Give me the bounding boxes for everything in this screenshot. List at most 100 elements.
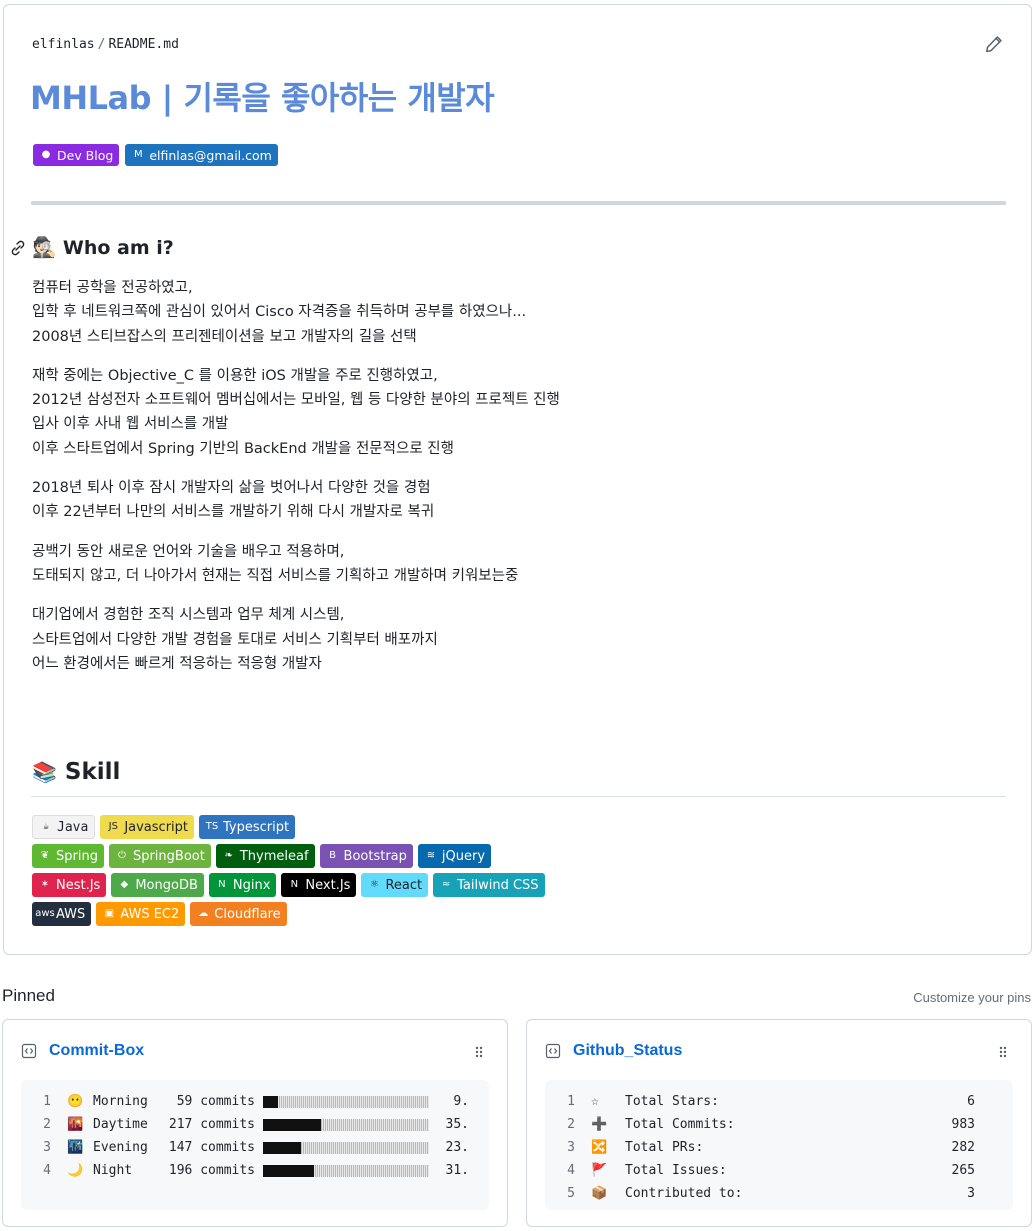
badge-label: Next.Js [305, 877, 351, 893]
badge-label: Java [57, 819, 89, 835]
aws-ec2-badge[interactable]: ▣ AWS EC2 [96, 902, 186, 926]
progress-bar [263, 1118, 429, 1131]
nginx-badge[interactable]: N Nginx [208, 873, 277, 897]
line-count: 59 commits [176, 1094, 255, 1109]
customize-pins-link[interactable]: Customize your pins [913, 990, 1031, 1005]
aws-badge[interactable]: aws AWS [32, 902, 92, 926]
about-text: 컴퓨터 공학을 전공하였고, 입학 후 네트워크쪽에 관심이 있어서 Cisco … [32, 276, 992, 691]
skill-divider [31, 796, 1006, 797]
pinned-card-commit-box: Commit-Box 1 😶 Morning 59 commits 9. 2 🌇 Daytim… [2, 1019, 508, 1227]
bootstrap-icon: B [329, 850, 336, 861]
about-line: 스타트업에서 다양한 개발 경험을 토대로 서비스 기획부터 배포까지 [32, 631, 438, 648]
line-emoji: 😶 [67, 1094, 84, 1109]
gist-line: 5 📦 Contributed to: 3 [545, 1182, 1013, 1205]
react-badge[interactable]: ⚛ React [361, 873, 429, 897]
line-number: 4 [567, 1163, 575, 1178]
cloudflare-badge[interactable]: ☁ Cloudflare [190, 902, 287, 926]
drag-handle-icon[interactable] [473, 1044, 485, 1060]
line-percent: 35. [445, 1117, 469, 1132]
badge-label: MongoDB [135, 877, 198, 893]
line-percent: 9. [453, 1094, 469, 1109]
books-emoji-icon: 📚 [32, 761, 57, 784]
cloudflare-icon: ☁ [198, 908, 209, 919]
skill-row: ☕ Java JS Javascript TS Typescript [32, 815, 545, 839]
line-label: Total Stars: [625, 1094, 719, 1109]
about-line: 대기업에서 경험한 조직 시스템과 업무 체계 시스템, [32, 607, 345, 624]
github-icon: ● [41, 149, 51, 160]
about-line: 재학 중에는 Objective_C 를 이용한 iOS 개발을 주로 진행하였… [32, 367, 438, 384]
line-label: Evening [93, 1140, 148, 1155]
java-badge[interactable]: ☕ Java [32, 815, 96, 839]
aws-icon: aws [35, 908, 55, 919]
next-js-badge[interactable]: N Next.Js [281, 873, 357, 897]
line-value: 282 [951, 1140, 975, 1155]
gist-line: 1 😶 Morning 59 commits 9. [21, 1090, 489, 1113]
gist-line: 3 🌃 Evening 147 commits 23. [21, 1136, 489, 1159]
spring-badge[interactable]: ❦ Spring [32, 844, 104, 868]
line-emoji: 🚩 [591, 1163, 608, 1178]
badge-label: Spring [56, 848, 98, 864]
jquery-icon: ≋ [426, 850, 436, 861]
dev-blog-badge[interactable]: ● Dev Blog [33, 144, 120, 166]
line-label: Morning [93, 1094, 148, 1109]
javascript-icon: JS [108, 821, 118, 832]
line-number: 1 [567, 1094, 575, 1109]
divider [31, 201, 1006, 205]
tailwind-css-badge[interactable]: ≈ Tailwind CSS [433, 873, 545, 897]
badge-label: SpringBoot [132, 848, 205, 864]
badge-label: React [385, 877, 423, 893]
mongodb-badge[interactable]: ◆ MongoDB [111, 873, 204, 897]
javascript-badge[interactable]: JS Javascript [100, 815, 194, 839]
gist-preview: 1 😶 Morning 59 commits 9. 2 🌇 Daytime 217 commit… [21, 1080, 489, 1210]
react-icon: ⚛ [369, 879, 379, 890]
drag-handle-icon[interactable] [997, 1044, 1009, 1060]
code-square-icon [21, 1043, 37, 1059]
nestjs-icon: ✶ [40, 879, 50, 890]
line-count: 147 commits [168, 1140, 255, 1155]
gist-line: 2 ➕ Total Commits: 983 [545, 1113, 1013, 1136]
badge-label: Dev Blog [57, 147, 114, 163]
code-square-icon [545, 1043, 561, 1059]
badge-label: elfinlas@gmail.com [149, 147, 272, 163]
about-line: 이후 스타트업에서 Spring 기반의 BackEnd 개발을 전문적으로 진… [32, 440, 454, 457]
jquery-badge[interactable]: ≋ jQuery [417, 844, 492, 868]
gist-line: 3 🔀 Total PRs: 282 [545, 1136, 1013, 1159]
badge-label: Bootstrap [343, 848, 407, 864]
breadcrumb-file[interactable]: README.md [108, 37, 178, 52]
line-number: 2 [567, 1117, 575, 1132]
about-line: 이후 22년부터 나만의 서비스를 개발하기 위해 다시 개발자로 복귀 [32, 504, 435, 521]
tailwind-icon: ≈ [441, 879, 451, 890]
who-heading: 🕵🏻 Who am i? [10, 235, 174, 260]
who-heading-text: Who am i? [62, 236, 174, 259]
badge-label: Thymeleaf [239, 848, 309, 864]
bootstrap-badge[interactable]: B Bootstrap [319, 844, 413, 868]
about-line: 입사 이후 사내 웹 서비스를 개발 [32, 416, 229, 433]
skill-heading: 📚 Skill [32, 759, 120, 785]
line-label: Total Commits: [625, 1117, 735, 1132]
anchor-link-icon[interactable] [10, 240, 26, 256]
springboot-badge[interactable]: ⏻ SpringBoot [108, 844, 211, 868]
contact-badges: ● Dev Blog Melfinlas@gmail.com [33, 144, 278, 166]
line-number: 5 [567, 1186, 575, 1201]
repo-link-commit-box[interactable]: Commit-Box [49, 1042, 144, 1060]
progress-fill [263, 1164, 315, 1177]
line-emoji: 🌃 [67, 1140, 84, 1155]
nginx-icon: N [218, 879, 226, 890]
progress-bar [263, 1141, 429, 1154]
line-label: Daytime [93, 1117, 148, 1132]
nest-js-badge[interactable]: ✶ Nest.Js [32, 873, 107, 897]
pencil-icon[interactable] [985, 35, 1003, 53]
progress-fill [263, 1118, 322, 1131]
line-emoji: 📦 [591, 1186, 608, 1201]
elfinlas-gmail-com-badge[interactable]: Melfinlas@gmail.com [125, 144, 278, 166]
badge-label: jQuery [441, 848, 486, 864]
typescript-badge[interactable]: TS Typescript [199, 815, 296, 839]
thymeleaf-badge[interactable]: ❧ Thymeleaf [215, 844, 315, 868]
line-value: 3 [967, 1186, 975, 1201]
pinned-card-github-status: Github_Status 1 ☆ Total Stars: 6 2 ➕ Total Com… [526, 1019, 1032, 1227]
progress-bar [263, 1095, 429, 1108]
repo-link-github-status[interactable]: Github_Status [573, 1042, 682, 1060]
gist-preview: 1 ☆ Total Stars: 6 2 ➕ Total Commits: 983 3 🔀 Tota… [545, 1080, 1013, 1210]
breadcrumb-owner[interactable]: elfinlas [32, 37, 95, 52]
line-label: Night [93, 1163, 133, 1178]
